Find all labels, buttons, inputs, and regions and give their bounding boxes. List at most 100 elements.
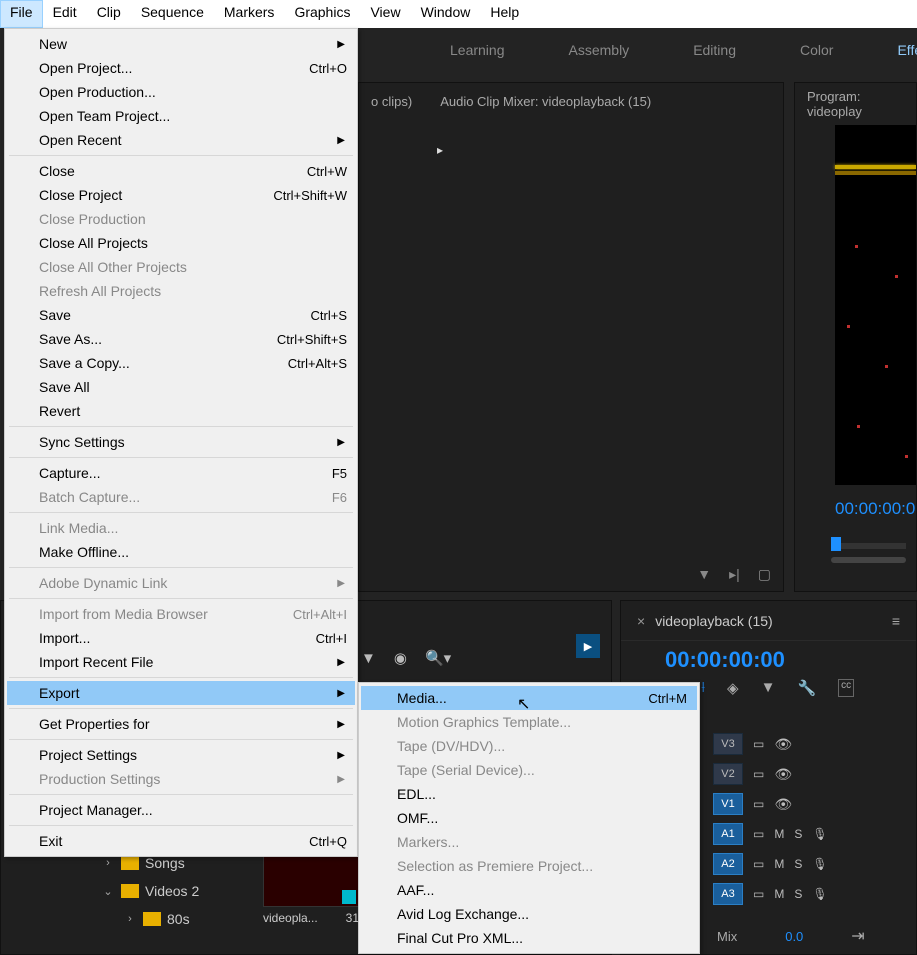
- menuitem-edl[interactable]: EDL...: [361, 782, 697, 806]
- workspace-effe[interactable]: Effe: [885, 36, 917, 64]
- solo-button[interactable]: S: [794, 857, 802, 871]
- video-track-v2[interactable]: V2 ▭ 👁: [713, 759, 828, 789]
- workspace-editing[interactable]: Editing: [681, 36, 748, 64]
- filter-icon[interactable]: ▼: [361, 650, 376, 667]
- chevron-icon[interactable]: ⌄: [101, 885, 115, 898]
- source-tab-noclips[interactable]: o clips): [371, 94, 412, 109]
- menuitem-sync-settings[interactable]: Sync Settings▶: [7, 430, 355, 454]
- menuitem-save-all[interactable]: Save All: [7, 375, 355, 399]
- program-monitor[interactable]: [835, 125, 916, 485]
- menuitem-media[interactable]: Media...Ctrl+M: [361, 686, 697, 710]
- menuitem-open-project[interactable]: Open Project...Ctrl+O: [7, 56, 355, 80]
- program-tab[interactable]: Program: videoplay: [795, 83, 916, 113]
- menu-view[interactable]: View: [360, 0, 410, 28]
- menuitem-project-settings[interactable]: Project Settings▶: [7, 743, 355, 767]
- panel-menu-icon[interactable]: ≡: [892, 613, 900, 629]
- chevron-icon[interactable]: ›: [123, 913, 137, 925]
- menuitem-new[interactable]: New▶: [7, 32, 355, 56]
- panel-menu-icon[interactable]: ▸: [437, 143, 455, 161]
- menuitem-save-as[interactable]: Save As...Ctrl+Shift+S: [7, 327, 355, 351]
- mute-button[interactable]: M: [774, 827, 784, 841]
- program-scrubber[interactable]: [831, 543, 906, 549]
- voice-icon[interactable]: 🎙: [812, 827, 827, 841]
- chevron-icon[interactable]: ›: [101, 857, 115, 869]
- menuitem-open-recent[interactable]: Open Recent▶: [7, 128, 355, 152]
- menu-sequence[interactable]: Sequence: [131, 0, 214, 28]
- mix-value[interactable]: 0.0: [785, 929, 803, 944]
- menu-clip[interactable]: Clip: [87, 0, 131, 28]
- menuitem-export[interactable]: Export▶: [7, 681, 355, 705]
- track-toggle[interactable]: V2: [713, 763, 743, 785]
- step-forward-icon[interactable]: ▸|: [729, 566, 740, 583]
- menuitem-open-team-project[interactable]: Open Team Project...: [7, 104, 355, 128]
- track-toggle[interactable]: A3: [713, 883, 743, 905]
- menuitem-close-project[interactable]: Close ProjectCtrl+Shift+W: [7, 183, 355, 207]
- export-frame-icon[interactable]: ▢: [758, 566, 771, 583]
- tree-item-videos-2[interactable]: ⌄Videos 2: [9, 877, 249, 905]
- menu-help[interactable]: Help: [480, 0, 529, 28]
- captions-icon[interactable]: cc: [838, 679, 854, 697]
- track-toggle[interactable]: A1: [713, 823, 743, 845]
- audio-track-a2[interactable]: A2 ▭ MS 🎙: [713, 849, 828, 879]
- menu-graphics[interactable]: Graphics: [284, 0, 360, 28]
- voice-icon[interactable]: 🎙: [812, 857, 827, 871]
- menuitem-capture[interactable]: Capture...F5: [7, 461, 355, 485]
- view-icon[interactable]: ◉: [394, 649, 407, 667]
- video-track-v3[interactable]: V3▭👁: [713, 729, 828, 759]
- track-toggle[interactable]: V3: [713, 733, 743, 755]
- frame-icon[interactable]: ▭: [753, 887, 764, 901]
- workspace-learning[interactable]: Learning: [438, 36, 517, 64]
- workspace-color[interactable]: Color: [788, 36, 845, 64]
- playhead-icon[interactable]: [831, 537, 841, 551]
- eye-icon[interactable]: 👁: [774, 766, 792, 783]
- frame-icon[interactable]: ▭: [753, 797, 764, 811]
- marker-icon[interactable]: ▼: [761, 679, 776, 697]
- mute-button[interactable]: M: [774, 857, 784, 871]
- menuitem-final-cut-pro-xml[interactable]: Final Cut Pro XML...: [361, 926, 697, 950]
- menu-window[interactable]: Window: [411, 0, 481, 28]
- audio-track-a1[interactable]: A1 ▭ MS 🎙: [713, 819, 828, 849]
- menuitem-exit[interactable]: ExitCtrl+Q: [7, 829, 355, 853]
- menuitem-save-a-copy[interactable]: Save a Copy...Ctrl+Alt+S: [7, 351, 355, 375]
- settings-icon[interactable]: 🔧: [797, 679, 816, 697]
- menuitem-close[interactable]: CloseCtrl+W: [7, 159, 355, 183]
- menu-markers[interactable]: Markers: [214, 0, 285, 28]
- eye-icon[interactable]: 👁: [774, 796, 792, 813]
- frame-icon[interactable]: ▭: [753, 857, 764, 871]
- workspace-assembly[interactable]: Assembly: [557, 36, 642, 64]
- track-toggle[interactable]: A2: [713, 853, 743, 875]
- menuitem-import[interactable]: Import...Ctrl+I: [7, 626, 355, 650]
- voice-icon[interactable]: 🎙: [812, 887, 827, 901]
- frame-icon[interactable]: ▭: [753, 767, 764, 781]
- timeline-timecode[interactable]: 00:00:00:00: [665, 647, 785, 673]
- frame-icon[interactable]: ▭: [753, 827, 764, 841]
- menuitem-project-manager[interactable]: Project Manager...: [7, 798, 355, 822]
- menuitem-make-offline[interactable]: Make Offline...: [7, 540, 355, 564]
- track-toggle[interactable]: V1: [713, 793, 743, 815]
- menuitem-import-recent-file[interactable]: Import Recent File▶: [7, 650, 355, 674]
- menuitem-close-all-projects[interactable]: Close All Projects: [7, 231, 355, 255]
- eye-icon[interactable]: 👁: [774, 736, 792, 753]
- expand-icon[interactable]: ⇥: [851, 926, 864, 946]
- menu-edit[interactable]: Edit: [43, 0, 87, 28]
- linked-selection-icon[interactable]: ◈: [727, 679, 739, 697]
- menuitem-get-properties-for[interactable]: Get Properties for▶: [7, 712, 355, 736]
- solo-button[interactable]: S: [794, 827, 802, 841]
- menuitem-avid-log-exchange[interactable]: Avid Log Exchange...: [361, 902, 697, 926]
- close-icon[interactable]: ×: [637, 613, 645, 629]
- audio-clip-mixer-tab[interactable]: Audio Clip Mixer: videoplayback (15): [440, 94, 651, 109]
- menuitem-aaf[interactable]: AAF...: [361, 878, 697, 902]
- sequence-tab[interactable]: videoplayback (15): [655, 613, 773, 629]
- video-track-v1[interactable]: V1 ▭ 👁: [713, 789, 828, 819]
- program-zoom-bar[interactable]: [831, 557, 906, 563]
- solo-button[interactable]: S: [794, 887, 802, 901]
- audio-track-a3[interactable]: A3 ▭ MS 🎙: [713, 879, 828, 909]
- program-timecode[interactable]: 00:00:00:00: [835, 499, 917, 519]
- menuitem-revert[interactable]: Revert: [7, 399, 355, 423]
- mute-button[interactable]: M: [774, 887, 784, 901]
- menuitem-open-production[interactable]: Open Production...: [7, 80, 355, 104]
- menu-file[interactable]: File: [0, 0, 43, 28]
- menuitem-save[interactable]: SaveCtrl+S: [7, 303, 355, 327]
- search-icon[interactable]: 🔍▾: [425, 649, 451, 667]
- filter-icon[interactable]: ▼: [697, 566, 711, 583]
